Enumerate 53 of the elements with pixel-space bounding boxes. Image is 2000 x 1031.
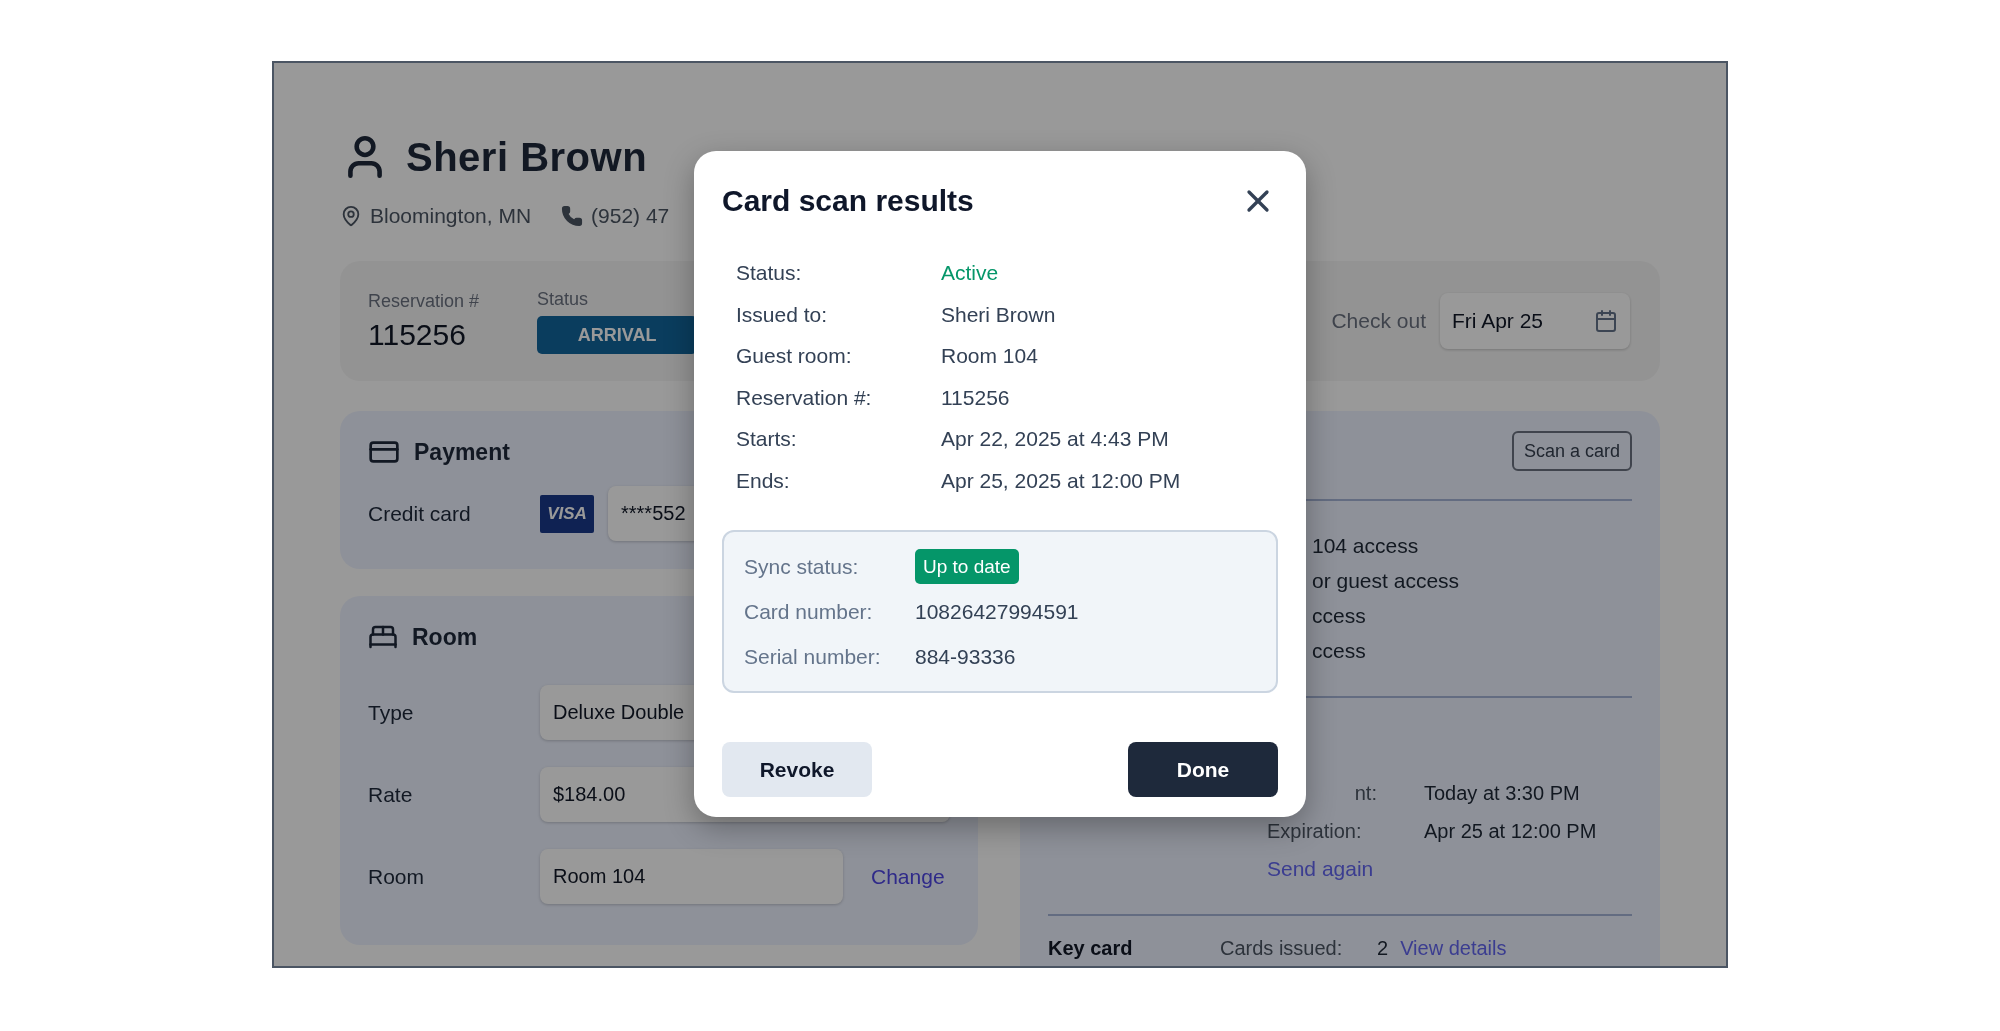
access-item: ccess <box>1312 603 1367 629</box>
result-label: Ends: <box>736 467 791 494</box>
location-pin-icon <box>340 205 362 227</box>
done-button[interactable]: Done <box>1128 742 1278 797</box>
status-label: Status <box>537 288 590 310</box>
calendar-icon <box>1594 309 1618 333</box>
result-value: Sheri Brown <box>941 301 1057 328</box>
revoke-button[interactable]: Revoke <box>722 742 872 797</box>
payment-title: Payment <box>414 438 510 466</box>
phone-icon <box>561 205 584 227</box>
result-label: Issued to: <box>736 301 829 328</box>
access-item: 104 access <box>1312 533 1420 559</box>
reservation-number: 115256 <box>368 317 467 352</box>
room-field-label: Rate <box>368 782 414 807</box>
sync-label: Serial number: <box>744 644 882 670</box>
scan-card-button[interactable]: Scan a card <box>1511 431 1632 471</box>
result-label: Guest room: <box>736 343 853 369</box>
status-value: Active <box>941 260 1000 286</box>
result-value: Apr 22, 2025 at 4:43 PM <box>941 426 1170 452</box>
guest-phone: (952) 47 <box>591 204 670 228</box>
sync-label: Card number: <box>744 599 874 625</box>
key-card-label: Key card <box>1048 936 1134 960</box>
dialog-title: Card scan results <box>722 184 974 218</box>
result-value: 115256 <box>941 384 1011 411</box>
guest-location: Bloomington, MN <box>370 204 532 228</box>
result-label: Status: <box>736 260 803 286</box>
result-value: Apr 25, 2025 at 12:00 PM <box>941 467 1182 494</box>
credit-card-label: Credit card <box>368 501 472 526</box>
card-brand-logo: VISA <box>540 494 594 533</box>
room-field[interactable]: Room 104 <box>540 849 843 904</box>
sync-status-badge: Up to date <box>915 549 1019 584</box>
detail-value: Apr 25 at 12:00 PM <box>1424 819 1598 844</box>
cards-issued-label: Cards issued: <box>1220 936 1343 960</box>
room-title: Room <box>412 623 478 651</box>
access-item: or guest access <box>1312 568 1461 594</box>
sync-value: 884-93336 <box>915 644 1016 670</box>
result-value: Room 104 <box>941 343 1039 369</box>
detail-label: nt: <box>1354 781 1377 806</box>
access-item: ccess <box>1312 638 1367 664</box>
guest-name: Sheri Brown <box>406 134 648 180</box>
reservation-number-label: Reservation # <box>368 290 480 312</box>
sync-label: Sync status: <box>744 554 860 580</box>
cards-issued-count: 2 <box>1377 936 1389 960</box>
check-out-date-field[interactable]: Fri Apr 25 <box>1440 293 1630 349</box>
result-label: Starts: <box>736 426 798 452</box>
sync-value: 10826427994591 <box>915 599 1079 625</box>
detail-label: Expiration: <box>1267 819 1362 844</box>
detail-value: Today at 3:30 PM <box>1424 781 1581 806</box>
change-link[interactable]: Change <box>871 864 945 889</box>
check-out-label: Check out <box>1331 309 1426 333</box>
room-field-label: Type <box>368 700 415 725</box>
result-label: Reservation #: <box>736 384 873 411</box>
room-field-label: Room <box>368 864 426 889</box>
